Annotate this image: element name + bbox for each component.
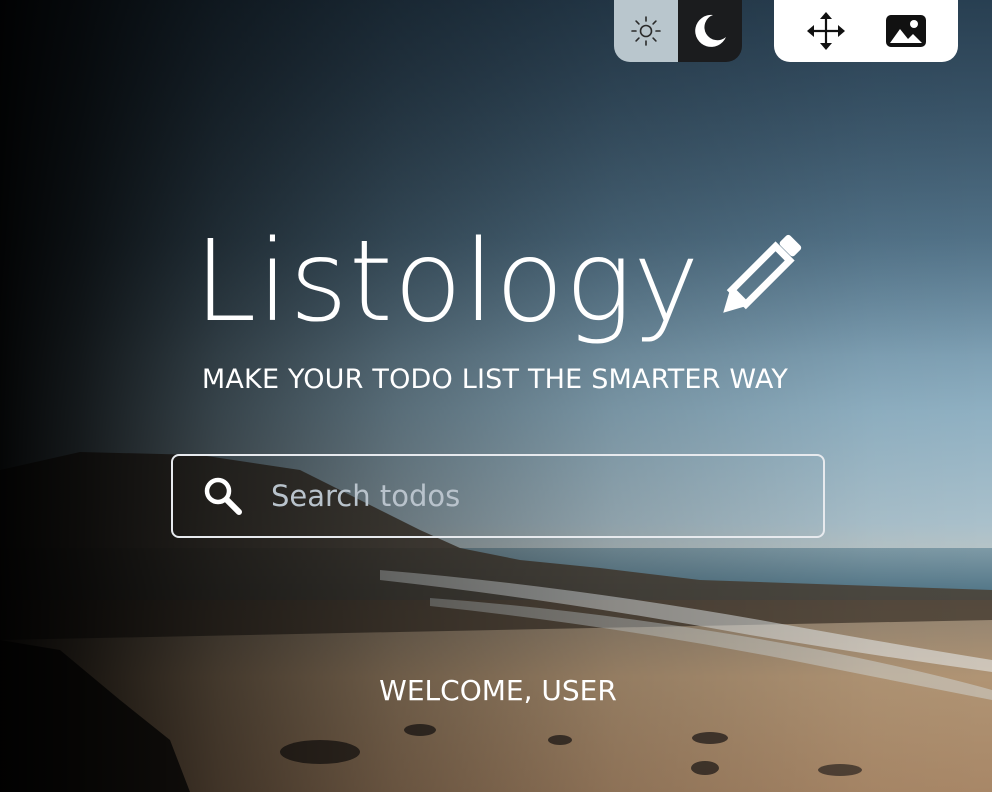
welcome-message: WELCOME, USER: [379, 674, 617, 707]
search-box[interactable]: [171, 454, 825, 538]
theme-toggle: [614, 0, 742, 62]
pencil-icon: [723, 234, 802, 313]
moon-icon: [695, 14, 726, 47]
image-icon: [886, 15, 926, 47]
background-image-button[interactable]: [882, 7, 930, 55]
app-title: Listology: [194, 217, 701, 347]
tagline-text: MAKE YOUR TODO LIST THE SMARTER WAY: [201, 364, 789, 395]
sun-icon: [631, 16, 661, 46]
dark-mode-button[interactable]: [678, 0, 742, 62]
move-arrows-icon: [807, 12, 845, 50]
toolbar: [774, 0, 958, 62]
tagline: MAKE YOUR TODO LIST THE SMARTER WAY: [0, 364, 992, 395]
search-input[interactable]: [269, 470, 803, 522]
move-button[interactable]: [802, 7, 850, 55]
search-icon: [201, 474, 245, 518]
app-logo: Listology: [194, 222, 808, 352]
light-mode-button[interactable]: [614, 0, 678, 62]
